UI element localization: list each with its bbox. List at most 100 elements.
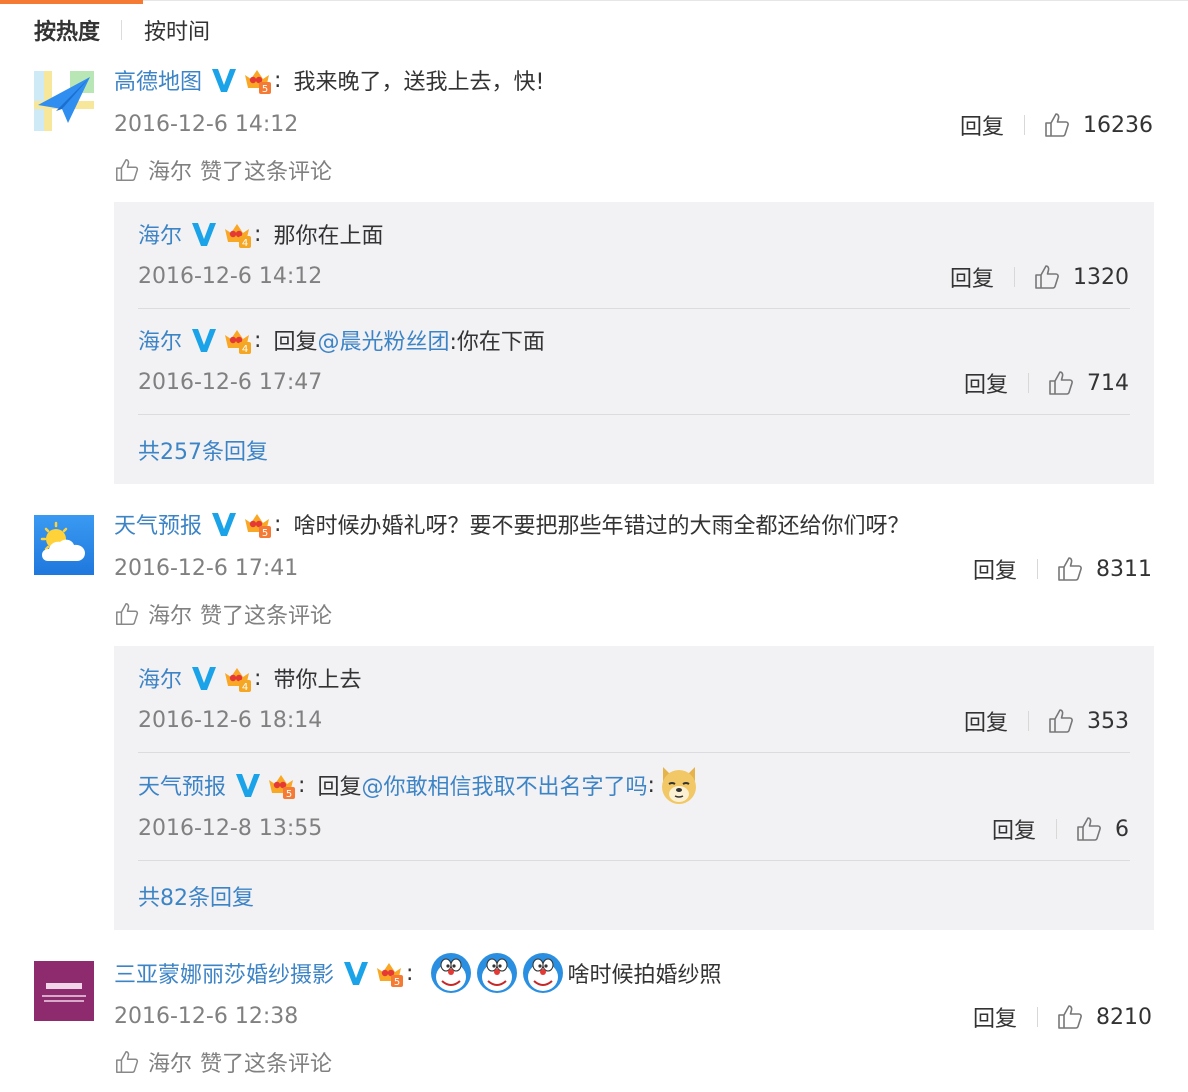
comment-actions: 回复 8210	[973, 1001, 1152, 1033]
vip-crown-icon[interactable]: 4	[222, 219, 252, 249]
verified-v-icon[interactable]	[210, 510, 238, 538]
username-link[interactable]: 高德地图	[114, 64, 202, 96]
verified-v-icon[interactable]	[190, 220, 218, 248]
action-divider	[1024, 115, 1025, 135]
comment-header: 三亚蒙娜丽莎婚纱摄影 5 : 啥时候拍婚纱照	[114, 950, 721, 996]
reply-button[interactable]: 回复	[973, 1001, 1017, 1033]
mention-link[interactable]: @晨光粉丝团	[317, 324, 449, 356]
reply-button[interactable]: 回复	[950, 261, 994, 293]
top-bar	[0, 0, 1188, 4]
vip-crown-icon[interactable]: 5	[242, 65, 272, 95]
sort-by-time-tab[interactable]: 按时间	[144, 14, 210, 46]
reply-text: :你在下面	[449, 330, 545, 355]
more-replies-link[interactable]: 共82条回复	[138, 880, 254, 912]
comment-time: 2016-12-6 12:38	[114, 1004, 299, 1029]
reply-text: 带你上去	[273, 668, 362, 693]
username-link[interactable]: 天气预报	[138, 769, 226, 801]
doraemon-emoji-icon	[523, 953, 564, 993]
liked-by-suffix: 赞了这条评论	[200, 1052, 333, 1077]
liked-by-user[interactable]: 海尔	[148, 598, 192, 630]
reply-text: 那你在上面	[273, 224, 384, 249]
liked-by-line: 海尔 赞了这条评论	[114, 154, 332, 186]
thumbs-up-icon[interactable]	[1047, 707, 1075, 735]
thumbs-up-icon	[116, 1051, 139, 1073]
reply-prefix: 回复	[273, 330, 318, 355]
svg-text:4: 4	[242, 344, 248, 355]
action-divider	[1056, 819, 1057, 839]
reply-divider	[138, 860, 1130, 861]
colon: :	[298, 772, 306, 798]
doraemon-emoji-icon	[431, 953, 472, 993]
reply-actions: 回复 353	[964, 705, 1129, 737]
vip-crown-icon[interactable]: 5	[374, 958, 404, 988]
reply-prefix: 回复	[317, 775, 362, 800]
action-divider	[1037, 1007, 1038, 1027]
action-divider	[1028, 373, 1029, 393]
avatar[interactable]	[34, 515, 94, 575]
vip-crown-icon[interactable]: 5	[266, 770, 296, 800]
username-link[interactable]: 海尔	[138, 324, 182, 356]
thumbs-up-icon	[116, 159, 139, 181]
top-divider	[143, 0, 1188, 1]
comment-text: 啥时候拍婚纱照	[567, 963, 722, 988]
reply-button[interactable]: 回复	[992, 813, 1036, 845]
reply-actions: 回复 1320	[950, 261, 1129, 293]
thumbs-up-icon[interactable]	[1043, 111, 1071, 139]
reply-button[interactable]: 回复	[964, 705, 1008, 737]
comment-time: 2016-12-6 17:41	[114, 556, 299, 581]
like-count: 714	[1087, 370, 1129, 396]
thumbs-up-icon[interactable]	[1056, 1003, 1084, 1031]
verified-v-icon[interactable]	[342, 959, 370, 987]
reply-button[interactable]: 回复	[960, 109, 1004, 141]
username-link[interactable]: 三亚蒙娜丽莎婚纱摄影	[114, 957, 334, 989]
mention-link[interactable]: @你敢相信我取不出名字了吗	[361, 769, 647, 801]
thumbs-up-icon[interactable]	[1075, 815, 1103, 843]
svg-text:5: 5	[262, 528, 268, 539]
reply-header: 海尔 4 : 回复 @晨光粉丝团 :你在下面	[138, 323, 545, 357]
colon: :	[274, 511, 282, 537]
vip-crown-icon[interactable]: 4	[222, 663, 252, 693]
reply-button[interactable]: 回复	[973, 553, 1017, 585]
sort-by-hot-tab[interactable]: 按热度	[34, 14, 100, 46]
action-divider	[1028, 711, 1029, 731]
username-link[interactable]: 海尔	[138, 662, 182, 694]
avatar[interactable]	[34, 961, 94, 1021]
doge-emoji-icon	[661, 767, 696, 804]
sort-divider	[121, 20, 123, 40]
liked-by-user[interactable]: 海尔	[148, 1046, 192, 1078]
verified-v-icon[interactable]	[190, 326, 218, 354]
svg-text:5: 5	[394, 977, 400, 988]
reply-header: 天气预报 5 : 回复 @你敢相信我取不出名字了吗 :	[138, 762, 701, 808]
verified-v-icon[interactable]	[234, 771, 262, 799]
colon: :	[274, 67, 282, 93]
sun-cloud-icon	[34, 515, 94, 575]
reply-thread: 海尔 4 : 带你上去 2016-12-6 18:14 回复 353 天气预报	[114, 646, 1154, 930]
reply-time: 2016-12-6 18:14	[138, 708, 323, 733]
svg-text:4: 4	[242, 238, 248, 249]
reply-button[interactable]: 回复	[964, 367, 1008, 399]
username-link[interactable]: 天气预报	[114, 508, 202, 540]
avatar[interactable]	[34, 71, 94, 131]
like-count: 1320	[1073, 264, 1129, 290]
thumbs-up-icon[interactable]	[1033, 263, 1061, 291]
vip-crown-icon[interactable]: 5	[242, 509, 272, 539]
liked-by-suffix: 赞了这条评论	[200, 604, 333, 629]
more-replies-link[interactable]: 共257条回复	[138, 434, 268, 466]
thumbs-up-icon[interactable]	[1047, 369, 1075, 397]
verified-v-icon[interactable]	[210, 66, 238, 94]
thumbs-up-icon[interactable]	[1056, 555, 1084, 583]
liked-by-user[interactable]: 海尔	[148, 154, 192, 186]
svg-text:5: 5	[262, 84, 268, 95]
reply-time: 2016-12-6 14:12	[138, 264, 323, 289]
like-count: 8311	[1096, 556, 1152, 582]
comment-header: 高德地图 5 : 我来晚了，送我上去，快!	[114, 63, 544, 97]
username-link[interactable]: 海尔	[138, 218, 182, 250]
verified-v-icon[interactable]	[190, 664, 218, 692]
comment-time: 2016-12-6 14:12	[114, 112, 299, 137]
reply-header: 海尔 4 : 那你在上面	[138, 217, 383, 251]
comment-text: 啥时候办婚礼呀？要不要把那些年错过的大雨全都还给你们呀？	[293, 514, 910, 539]
reply-header: 海尔 4 : 带你上去	[138, 661, 361, 695]
sort-tabs: 按热度 按时间	[34, 14, 210, 46]
vip-crown-icon[interactable]: 4	[222, 325, 252, 355]
colon: :	[406, 960, 414, 986]
